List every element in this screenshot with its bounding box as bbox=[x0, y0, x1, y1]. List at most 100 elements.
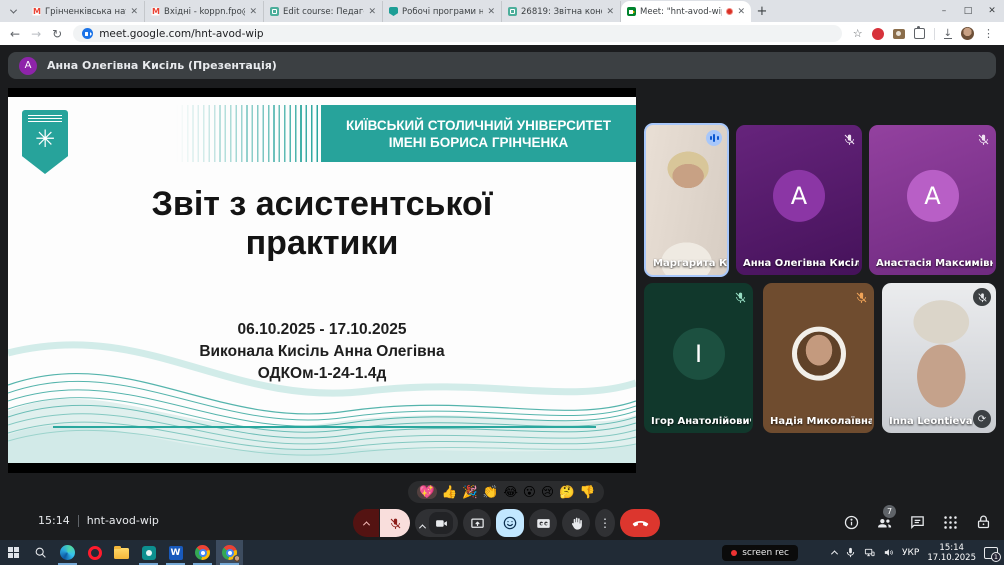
close-icon[interactable]: ✕ bbox=[130, 7, 138, 17]
back-button[interactable]: ← bbox=[10, 28, 20, 40]
end-call-button[interactable] bbox=[620, 509, 660, 537]
participant-tile-ihor[interactable]: І Ігор Анатолійович Пр... bbox=[644, 283, 753, 433]
taskbar-edge[interactable] bbox=[54, 540, 81, 565]
taskbar-university-app[interactable] bbox=[135, 540, 162, 565]
forward-button[interactable]: → bbox=[31, 28, 41, 40]
reaction-surprise[interactable]: 😮 bbox=[523, 486, 536, 499]
browser-tab-strip: M Грінченківська наукова школ... ✕ M Вхі… bbox=[0, 0, 1004, 22]
reaction-cry[interactable]: 😢 bbox=[541, 486, 554, 499]
shared-screen-presentation: КИЇВСЬКИЙ СТОЛИЧНИЙ УНІВЕРСИТЕТ ІМЕНІ БО… bbox=[8, 88, 636, 473]
participant-tile-inna[interactable]: Inna Leontieva ⟳ bbox=[882, 283, 996, 433]
reaction-thumbs-down[interactable]: 👎 bbox=[580, 486, 596, 499]
taskbar-search-button[interactable] bbox=[27, 540, 54, 565]
participant-name: Ігор Анатолійович Пр... bbox=[651, 416, 751, 427]
camera-options-button[interactable] bbox=[420, 514, 425, 533]
reaction-thumbs-up[interactable]: 👍 bbox=[442, 486, 458, 499]
close-window-button[interactable]: ✕ bbox=[980, 0, 1004, 22]
tab-gmail-school[interactable]: M Грінченківська наукова школ... ✕ bbox=[26, 1, 145, 22]
screen-recorder-widget[interactable]: screen rec bbox=[722, 545, 798, 561]
reactions-toggle-button[interactable] bbox=[496, 509, 524, 537]
raise-hand-button[interactable] bbox=[562, 509, 590, 537]
minimize-button[interactable]: – bbox=[932, 0, 956, 22]
meeting-details-button[interactable] bbox=[842, 513, 860, 531]
tab-conference[interactable]: 26819: Звітна конференція | Е... ✕ bbox=[502, 1, 621, 22]
url-text: meet.google.com/hnt-avod-wip bbox=[99, 28, 263, 40]
avatar: І bbox=[673, 328, 725, 380]
tab-gmail-inbox[interactable]: M Вхідні - koppn.fpo@kubg.edu... ✕ bbox=[145, 1, 264, 22]
bookmark-star-icon[interactable]: ☆ bbox=[853, 27, 863, 40]
adblock-extension-icon[interactable] bbox=[872, 28, 884, 40]
profile-avatar[interactable] bbox=[961, 27, 974, 40]
reaction-think[interactable]: 🤔 bbox=[559, 486, 575, 499]
chrome-icon bbox=[195, 545, 210, 560]
tab-meet-active[interactable]: Meet: "hnt-avod-wip" ✕ bbox=[621, 1, 751, 22]
tray-network-icon[interactable] bbox=[864, 547, 875, 558]
screenshot-extension-icon[interactable] bbox=[893, 29, 905, 39]
tray-expand-icon[interactable] bbox=[831, 550, 838, 557]
participant-tile-margaryta[interactable]: Маргарита Коз... bbox=[644, 123, 729, 277]
captions-icon bbox=[536, 516, 551, 531]
notifications-icon[interactable]: 1 bbox=[984, 547, 998, 559]
call-controls: ⋮ bbox=[353, 509, 660, 537]
profile-badge bbox=[233, 555, 241, 563]
reactions-bar: 💖 👍 🎉 👏 😂 😮 😢 🤔 👎 bbox=[408, 481, 604, 503]
people-panel-button[interactable]: 7 bbox=[875, 513, 893, 531]
university-name-line1: КИЇВСЬКИЙ СТОЛИЧНИЙ УНІВЕРСИТЕТ bbox=[346, 117, 611, 134]
close-icon[interactable]: ✕ bbox=[606, 7, 614, 17]
teal-app-icon bbox=[142, 546, 156, 560]
activities-button[interactable] bbox=[941, 513, 959, 531]
mic-options-button[interactable] bbox=[353, 509, 379, 537]
reaction-party[interactable]: 🎉 bbox=[462, 486, 478, 499]
participant-tile-anastasiia[interactable]: А Анастасія Максимівна Не... bbox=[869, 125, 996, 275]
close-icon[interactable]: ✕ bbox=[368, 7, 376, 17]
browser-menu-icon[interactable]: ⋮ bbox=[983, 27, 994, 40]
more-options-button[interactable]: ⋮ bbox=[595, 509, 615, 537]
language-indicator[interactable]: УКР bbox=[902, 548, 919, 558]
start-button[interactable] bbox=[0, 540, 27, 565]
taskbar-chrome[interactable] bbox=[189, 540, 216, 565]
participant-name: Анастасія Максимівна Не... bbox=[876, 258, 993, 269]
camera-button[interactable] bbox=[429, 512, 453, 534]
taskbar-explorer[interactable] bbox=[108, 540, 135, 565]
camera-icon bbox=[435, 517, 448, 530]
logo-emblem-icon: ✳ bbox=[35, 127, 55, 153]
tray-volume-icon[interactable] bbox=[883, 547, 894, 558]
reaction-heart[interactable]: 💖 bbox=[417, 485, 437, 500]
close-icon[interactable]: ✕ bbox=[487, 7, 495, 17]
host-controls-button[interactable] bbox=[974, 513, 992, 531]
slide-divider-line bbox=[53, 426, 596, 428]
participant-name: Маргарита Коз... bbox=[653, 258, 728, 269]
present-screen-button[interactable] bbox=[463, 509, 491, 537]
close-icon[interactable]: ✕ bbox=[737, 7, 745, 17]
toolbar-icons: ☆ ↓ ⋮ bbox=[853, 27, 994, 40]
reaction-clap[interactable]: 👏 bbox=[483, 486, 499, 499]
maximize-button[interactable]: □ bbox=[956, 0, 980, 22]
mic-off-icon bbox=[855, 289, 868, 302]
screen: M Грінченківська наукова школ... ✕ M Вхі… bbox=[0, 0, 1004, 565]
url-bar[interactable]: meet.google.com/hnt-avod-wip bbox=[73, 25, 842, 42]
captions-button[interactable] bbox=[529, 509, 557, 537]
mic-muted-button[interactable] bbox=[380, 509, 410, 537]
participant-tile-nadiia[interactable]: Надія Миколаївна Чум... bbox=[763, 283, 874, 433]
chat-panel-button[interactable] bbox=[908, 513, 926, 531]
downloads-icon[interactable]: ↓ bbox=[944, 29, 952, 39]
tray-clock[interactable]: 15:14 17.10.2025 bbox=[927, 543, 976, 563]
reload-button[interactable]: ↻ bbox=[52, 28, 62, 40]
taskbar-opera[interactable] bbox=[81, 540, 108, 565]
tab-search-button[interactable] bbox=[0, 0, 26, 22]
reaction-laugh[interactable]: 😂 bbox=[503, 486, 518, 499]
new-tab-button[interactable]: + bbox=[751, 0, 773, 22]
taskbar-word[interactable]: W bbox=[162, 540, 189, 565]
extensions-icon[interactable] bbox=[914, 28, 925, 39]
participant-name: Надія Миколаївна Чум... bbox=[770, 416, 872, 427]
taskbar-chrome-active[interactable] bbox=[216, 540, 243, 565]
participant-tile-anna[interactable]: А Анна Олегівна Кисіль bbox=[736, 125, 862, 275]
tab-edit-course[interactable]: Edit course: Педагогіка та пси... ✕ bbox=[264, 1, 383, 22]
flip-camera-icon[interactable]: ⟳ bbox=[973, 410, 991, 428]
windows-logo-icon bbox=[8, 547, 19, 558]
browser-toolbar: ← → ↻ meet.google.com/hnt-avod-wip ☆ ↓ ⋮ bbox=[0, 22, 1004, 45]
tray-mic-icon[interactable] bbox=[845, 547, 856, 558]
tray-time: 15:14 bbox=[939, 543, 964, 553]
close-icon[interactable]: ✕ bbox=[249, 7, 257, 17]
tab-work-programs[interactable]: Робочі програми навчальних... ✕ bbox=[383, 1, 502, 22]
